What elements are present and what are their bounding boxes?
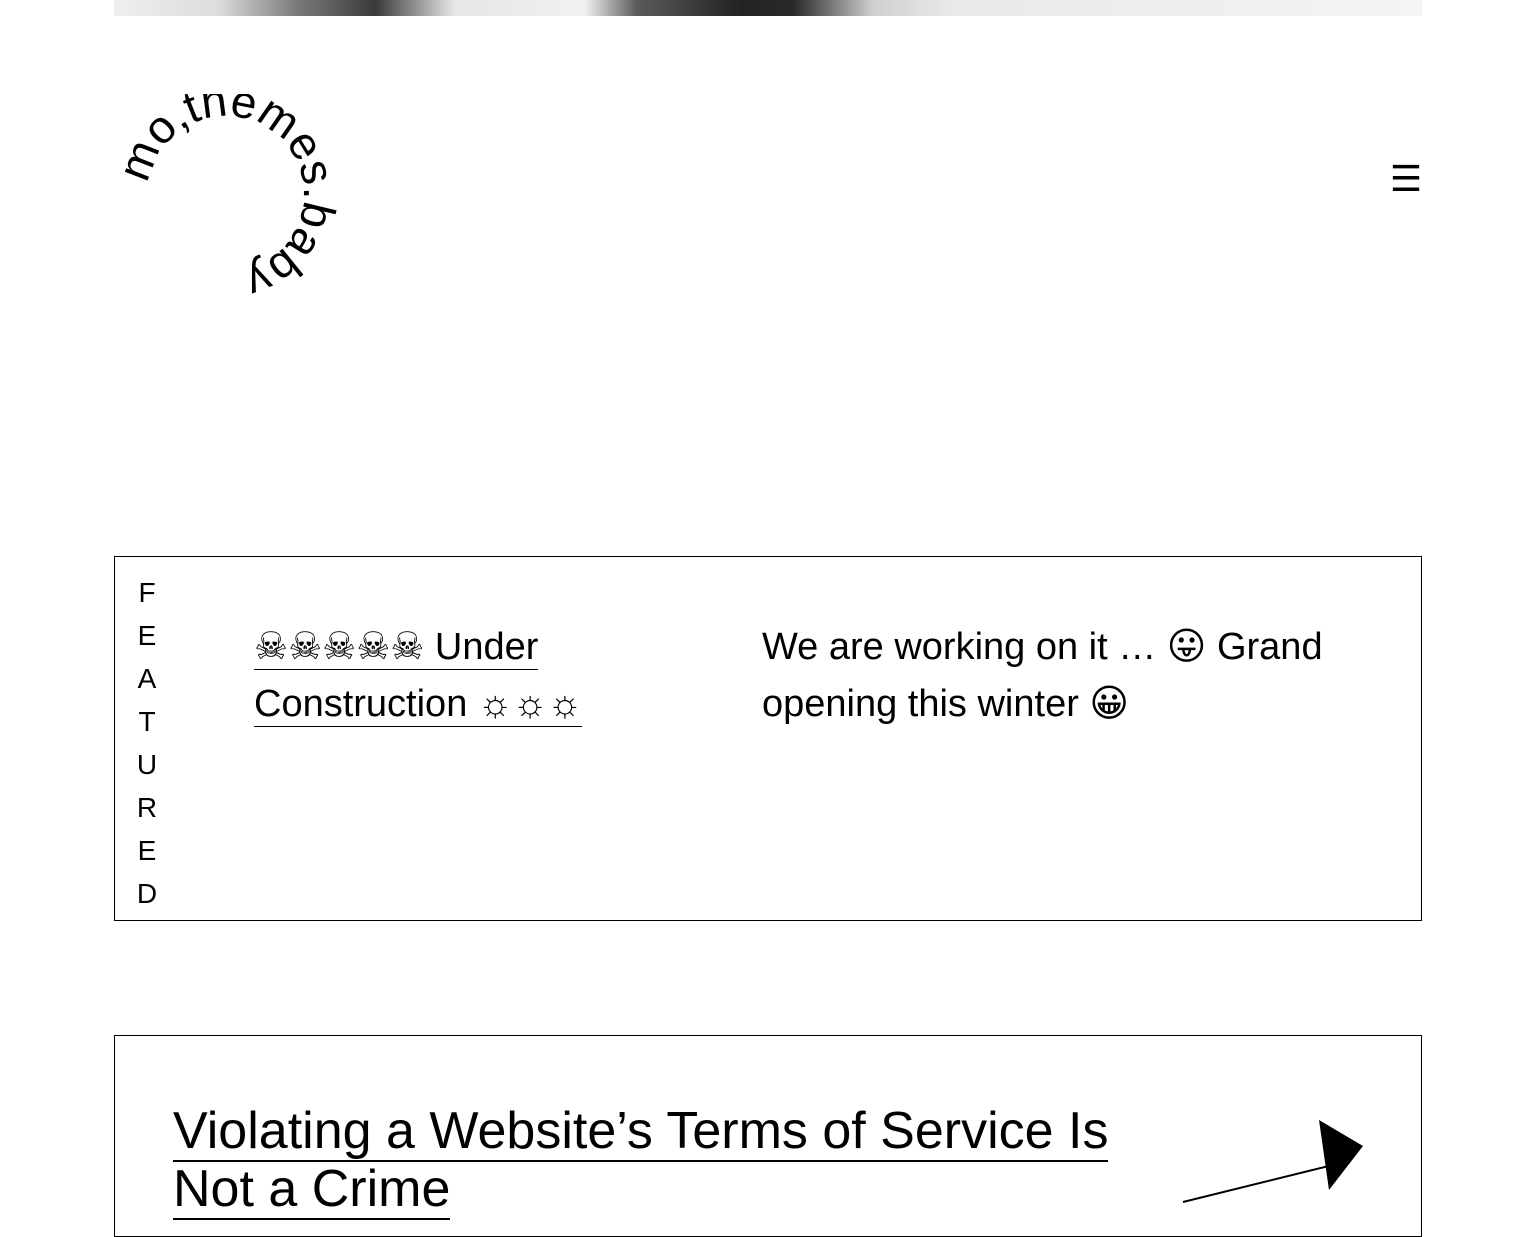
featured-section: F E A T U R E D ☠☠☠☠☠ Under Construction…	[114, 556, 1422, 921]
featured-post-excerpt: We are working on it … 😛 Grand opening t…	[762, 626, 1323, 725]
post-card: Violating a Website’s Terms of Service I…	[114, 1035, 1422, 1237]
featured-label-letter: A	[137, 663, 157, 694]
menu-button[interactable]: ☰	[1384, 158, 1428, 202]
featured-post-title: ☠☠☠☠☠ Under Construction ☼☼☼	[254, 619, 634, 733]
logo-circular-text: mo,themes.baby	[112, 94, 340, 294]
site-logo[interactable]: mo,themes.baby	[112, 94, 340, 294]
logo-text: mo,themes.baby	[112, 94, 340, 294]
featured-label-letter: R	[136, 792, 158, 823]
featured-label-letter: U	[136, 749, 158, 780]
svg-text:mo,themes.baby: mo,themes.baby	[112, 94, 340, 294]
hamburger-icon: ☰	[1389, 159, 1423, 200]
featured-post-link[interactable]: ☠☠☠☠☠ Under Construction ☼☼☼	[254, 626, 583, 727]
arrow-up-right-icon[interactable]	[1179, 1116, 1369, 1206]
featured-label-letter: E	[137, 620, 157, 651]
hero-image	[114, 0, 1422, 16]
featured-label: F E A T U R E D	[135, 571, 159, 915]
featured-label-letter: T	[138, 706, 156, 737]
post-title-link[interactable]: Violating a Website’s Terms of Service I…	[173, 1102, 1109, 1220]
featured-label-letter: E	[137, 835, 157, 866]
post-title: Violating a Website’s Terms of Service I…	[173, 1102, 1133, 1220]
featured-label-letter: F	[138, 577, 156, 608]
featured-label-letter: D	[136, 878, 158, 909]
